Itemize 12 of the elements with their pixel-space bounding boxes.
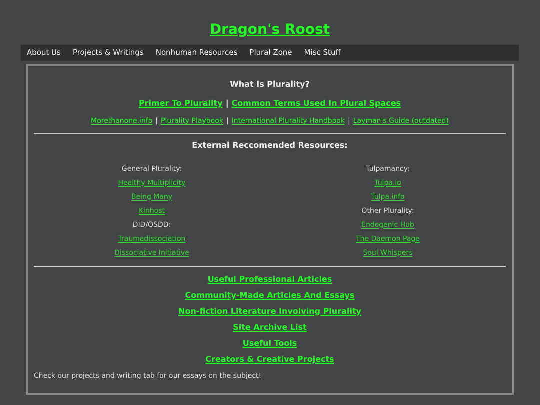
- section-heading: External Reccomended Resources:: [192, 140, 348, 152]
- section-link[interactable]: Community-Made Articles And Essays: [185, 290, 355, 300]
- site-title[interactable]: Dragon's Roost: [210, 20, 330, 41]
- link-separator: |: [226, 98, 229, 110]
- section-link[interactable]: Useful Professional Articles: [208, 274, 332, 284]
- section-link[interactable]: Creators & Creative Projects: [206, 354, 334, 364]
- section-link[interactable]: Non-fiction Literature Involving Plurality: [178, 306, 362, 316]
- resource-link[interactable]: Primer To Plurality: [138, 98, 223, 110]
- section-link[interactable]: Useful Tools: [242, 338, 298, 348]
- section-heading: What Is Plurality?: [230, 79, 310, 91]
- resource-link[interactable]: Common Terms Used In Plural Spaces: [232, 98, 402, 110]
- section-link[interactable]: Site Archive List: [233, 322, 307, 332]
